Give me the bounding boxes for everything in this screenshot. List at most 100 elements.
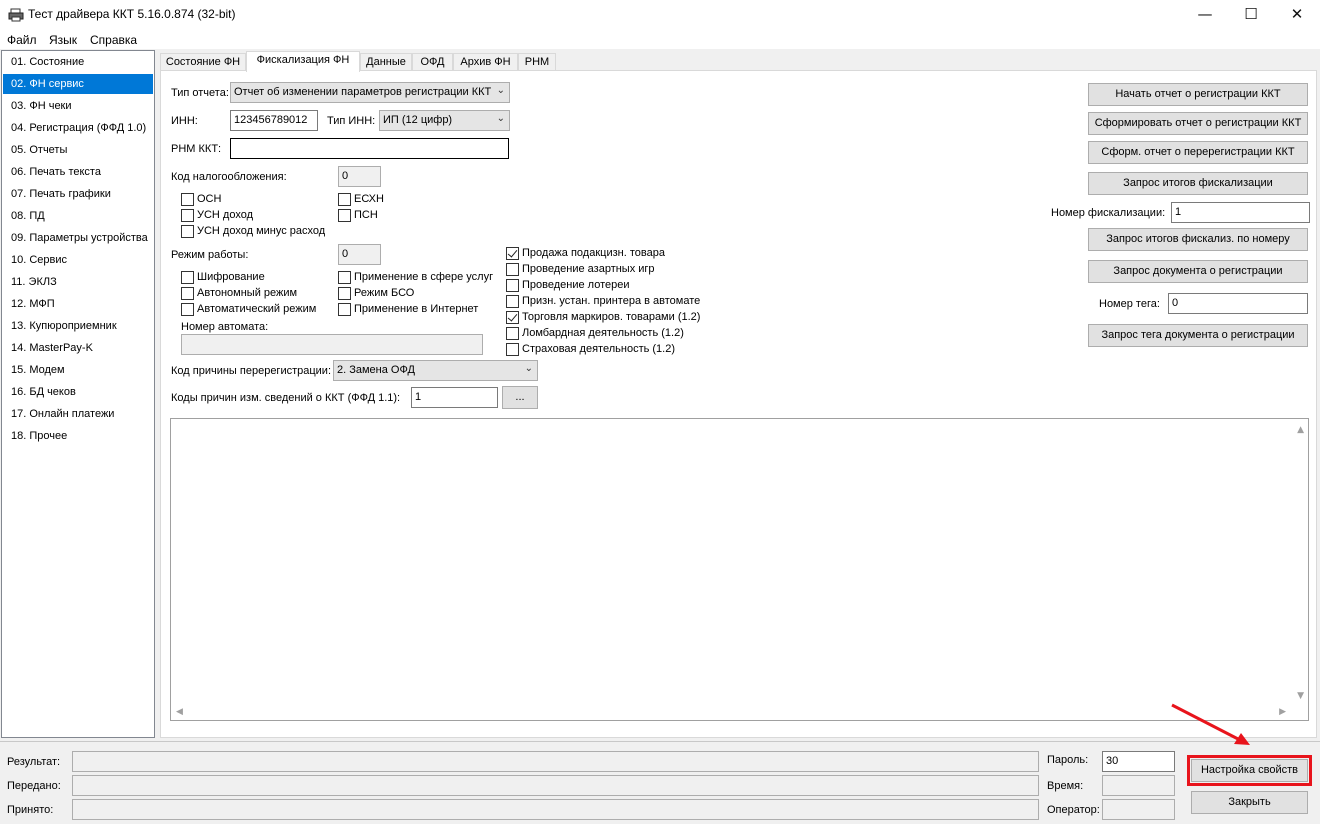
scroll-down-icon[interactable]: ▼ xyxy=(1297,691,1304,701)
rereg-reason-select[interactable]: 2. Замена ОФД ⌄ xyxy=(333,360,538,381)
checkbox-box xyxy=(181,303,194,316)
scroll-left-icon[interactable]: ◀ xyxy=(176,707,183,717)
scroll-up-icon[interactable]: ▲ xyxy=(1297,425,1304,435)
inn-input[interactable]: 123456789012 xyxy=(230,110,318,131)
report-type-label: Тип отчета: xyxy=(171,87,229,99)
rnm-input[interactable] xyxy=(230,138,509,159)
checkbox-box xyxy=(181,271,194,284)
sidebar-item[interactable]: 09. Параметры устройства xyxy=(3,228,153,248)
tab-data[interactable]: Данные xyxy=(360,53,412,71)
registration-document-button[interactable]: Запрос документа о регистрации xyxy=(1088,260,1308,283)
menu-language[interactable]: Язык xyxy=(49,33,77,47)
sidebar-item[interactable]: 07. Печать графики xyxy=(3,184,153,204)
result-label: Результат: xyxy=(7,756,61,768)
sidebar-item[interactable]: 04. Регистрация (ФФД 1.0) xyxy=(3,118,153,138)
menu-file[interactable]: Файл xyxy=(7,33,37,47)
form-reregistration-report-button[interactable]: Сформ. отчет о перерегистрации ККТ xyxy=(1088,141,1308,164)
sidebar-item[interactable]: 06. Печать текста xyxy=(3,162,153,182)
tag-number-label: Номер тега: xyxy=(1099,298,1160,310)
sidebar-item[interactable]: 16. БД чеков xyxy=(3,382,153,402)
checkbox-box xyxy=(338,271,351,284)
tab-fn-fiscalization[interactable]: Фискализация ФН xyxy=(246,51,360,72)
result-field xyxy=(72,751,1039,772)
rereg-reason-value: 2. Замена ОФД xyxy=(337,364,415,376)
annotation-arrow-icon xyxy=(1171,703,1250,745)
sent-field xyxy=(72,775,1039,796)
inn-type-select[interactable]: ИП (12 цифр) ⌄ xyxy=(379,110,510,131)
report-type-select[interactable]: Отчет об изменении параметров регистраци… xyxy=(230,82,510,103)
time-label: Время: xyxy=(1047,780,1084,792)
automat-number-field xyxy=(181,334,483,355)
work-mode-label: Режим работы: xyxy=(171,249,249,261)
change-reasons-button[interactable]: ... xyxy=(502,386,538,409)
fiscalization-number-input[interactable]: 1 xyxy=(1171,202,1310,223)
checkbox-box xyxy=(506,311,519,324)
chevron-down-icon: ⌄ xyxy=(496,113,505,124)
chevron-down-icon: ⌄ xyxy=(524,363,533,374)
tab-fn-archive[interactable]: Архив ФН xyxy=(453,53,518,71)
close-window-button[interactable]: ✕ xyxy=(1274,0,1320,30)
sidebar-item[interactable]: 11. ЭКЛЗ xyxy=(3,272,153,292)
sidebar-item[interactable]: 03. ФН чеки xyxy=(3,96,153,116)
maximize-button[interactable]: ☐ xyxy=(1228,0,1274,30)
window-title: Тест драйвера ККТ 5.16.0.874 (32-bit) xyxy=(28,7,236,21)
checkbox-box xyxy=(181,225,194,238)
scroll-right-icon[interactable]: ▶ xyxy=(1279,707,1286,717)
fiscalization-totals-button[interactable]: Запрос итогов фискализации xyxy=(1088,172,1308,195)
checkbox-box xyxy=(506,343,519,356)
inn-type-label: Тип ИНН: xyxy=(327,115,376,127)
sent-label: Передано: xyxy=(7,780,61,792)
start-registration-report-button[interactable]: Начать отчет о регистрации ККТ xyxy=(1088,83,1308,106)
minimize-button[interactable]: — xyxy=(1182,0,1228,30)
received-field xyxy=(72,799,1039,820)
password-input[interactable]: 30 xyxy=(1102,751,1175,772)
title-bar: Тест драйвера ККТ 5.16.0.874 (32-bit) — … xyxy=(0,0,1320,30)
highlight-box xyxy=(1187,755,1312,786)
sidebar-item[interactable]: 10. Сервис xyxy=(3,250,153,270)
sidebar-item[interactable]: 13. Купюроприемник xyxy=(3,316,153,336)
form-registration-report-button[interactable]: Сформировать отчет о регистрации ККТ xyxy=(1088,112,1308,135)
work-mode-field: 0 xyxy=(338,244,381,265)
log-output[interactable]: ▲ ▼ ◀ ▶ xyxy=(170,418,1309,721)
menu-bar: Файл Язык Справка xyxy=(0,30,1320,49)
sidebar-item[interactable]: 14. MasterPay-K xyxy=(3,338,153,358)
checkbox-box xyxy=(338,303,351,316)
tab-rnm[interactable]: РНМ xyxy=(518,53,556,71)
printer-icon xyxy=(8,8,24,22)
tab-ofd[interactable]: ОФД xyxy=(412,53,453,71)
sidebar-item[interactable]: 17. Онлайн платежи xyxy=(3,404,153,424)
change-reasons-label: Коды причин изм. сведений о ККТ (ФФД 1.1… xyxy=(171,392,401,404)
sidebar-item[interactable]: 12. МФП xyxy=(3,294,153,314)
tax-code-field: 0 xyxy=(338,166,381,187)
tab-fn-state[interactable]: Состояние ФН xyxy=(160,53,246,71)
checkbox-box xyxy=(181,209,194,222)
password-label: Пароль: xyxy=(1047,754,1089,766)
inn-type-value: ИП (12 цифр) xyxy=(383,114,453,126)
sidebar-item[interactable]: 05. Отчеты xyxy=(3,140,153,160)
change-reasons-input[interactable]: 1 xyxy=(411,387,498,408)
fiscalization-number-label: Номер фискализации: xyxy=(1051,207,1166,219)
time-field xyxy=(1102,775,1175,796)
rereg-reason-label: Код причины перерегистрации: xyxy=(171,365,332,377)
checkbox-box xyxy=(506,263,519,276)
fiscalization-by-number-button[interactable]: Запрос итогов фискализ. по номеру xyxy=(1088,228,1308,251)
report-type-value: Отчет об изменении параметров регистраци… xyxy=(234,86,492,98)
close-button[interactable]: Закрыть xyxy=(1191,791,1308,814)
checkbox-box xyxy=(338,209,351,222)
registration-tag-button[interactable]: Запрос тега документа о регистрации xyxy=(1088,324,1308,347)
checkbox-box xyxy=(506,295,519,308)
inn-label: ИНН: xyxy=(171,115,198,127)
rnm-label: РНМ ККТ: xyxy=(171,143,222,155)
automat-number-label: Номер автомата: xyxy=(181,321,269,333)
tag-number-input[interactable]: 0 xyxy=(1168,293,1308,314)
sidebar-item[interactable]: 18. Прочее xyxy=(3,426,153,446)
sidebar-item[interactable]: 02. ФН сервис xyxy=(3,74,153,94)
sidebar-item[interactable]: 01. Состояние xyxy=(3,52,153,72)
sidebar-item[interactable]: 08. ПД xyxy=(3,206,153,226)
checkbox-box xyxy=(338,193,351,206)
sidebar-item[interactable]: 15. Модем xyxy=(3,360,153,380)
menu-help[interactable]: Справка xyxy=(90,33,137,47)
operator-label: Оператор: xyxy=(1047,804,1100,816)
checkbox-box xyxy=(181,287,194,300)
sidebar-nav: 01. Состояние 02. ФН сервис 03. ФН чеки 04.… xyxy=(1,50,155,738)
